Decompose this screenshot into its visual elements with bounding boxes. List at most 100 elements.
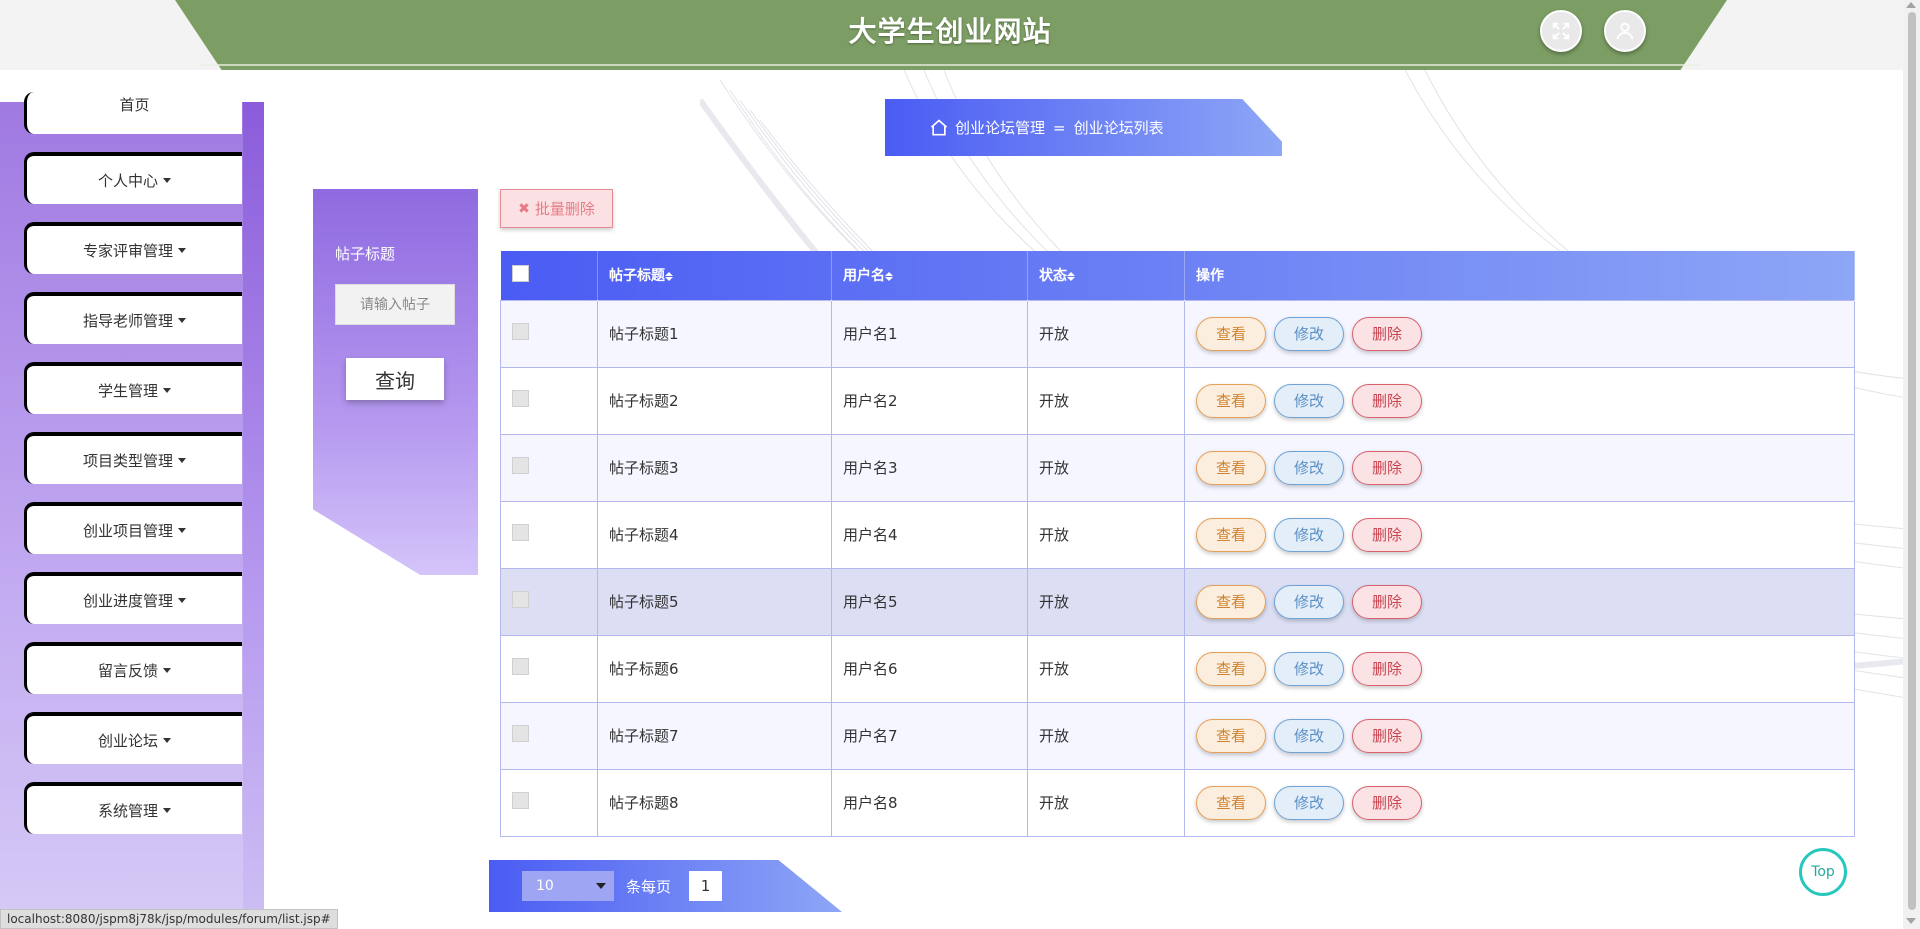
scroll-down-icon[interactable] (1906, 918, 1916, 924)
edit-button[interactable]: 修改 (1274, 718, 1344, 753)
pagination: 10 条每页 1 (489, 860, 842, 912)
table-row[interactable]: 帖子标题1 用户名1 开放 查看 修改 删除 (500, 299, 1855, 368)
user-button[interactable] (1604, 10, 1646, 52)
breadcrumb-separator: = (1053, 118, 1066, 137)
select-all-checkbox[interactable] (511, 264, 529, 282)
delete-button[interactable]: 删除 (1352, 517, 1422, 552)
row-select-cell (500, 634, 598, 703)
column-header-status[interactable]: 状态 (1027, 251, 1185, 300)
table-row[interactable]: 帖子标题2 用户名2 开放 查看 修改 删除 (500, 366, 1855, 435)
delete-button[interactable]: 删除 (1352, 584, 1422, 619)
caret-down-icon (178, 317, 186, 323)
view-button[interactable]: 查看 (1196, 718, 1266, 753)
cell-title: 帖子标题1 (597, 299, 832, 368)
batch-delete-label: 批量删除 (534, 200, 595, 218)
edit-button[interactable]: 修改 (1274, 517, 1344, 552)
caret-down-icon (163, 667, 171, 673)
caret-down-icon (163, 387, 171, 393)
row-checkbox[interactable] (512, 457, 529, 474)
batch-delete-button[interactable]: ✖ 批量删除 (500, 189, 613, 228)
delete-button[interactable]: 删除 (1352, 450, 1422, 485)
sidebar-item-home[interactable]: 首页 (24, 92, 242, 134)
sidebar-item-forum[interactable]: 创业论坛 (24, 712, 242, 764)
row-checkbox[interactable] (512, 591, 529, 608)
sidebar-item-label: 创业论坛 (97, 731, 158, 750)
table-row[interactable]: 帖子标题4 用户名4 开放 查看 修改 删除 (500, 500, 1855, 569)
sidebar-item-student[interactable]: 学生管理 (24, 362, 242, 414)
view-button[interactable]: 查看 (1196, 450, 1266, 485)
column-header-title[interactable]: 帖子标题 (597, 251, 832, 300)
table-row[interactable]: 帖子标题8 用户名8 开放 查看 修改 删除 (500, 768, 1855, 837)
back-to-top-button[interactable]: Top (1799, 848, 1847, 896)
sidebar-item-mentor[interactable]: 指导老师管理 (24, 292, 242, 344)
view-button[interactable]: 查看 (1196, 316, 1266, 351)
row-checkbox[interactable] (512, 658, 529, 675)
cell-title: 帖子标题5 (597, 567, 832, 636)
row-checkbox[interactable] (512, 524, 529, 541)
sidebar-item-project-type[interactable]: 项目类型管理 (24, 432, 242, 484)
delete-button[interactable]: 删除 (1352, 316, 1422, 351)
cell-user: 用户名8 (831, 768, 1028, 837)
edit-button[interactable]: 修改 (1274, 785, 1344, 820)
cell-title: 帖子标题6 (597, 634, 832, 703)
delete-button[interactable]: 删除 (1352, 383, 1422, 418)
row-checkbox[interactable] (512, 725, 529, 742)
edit-button[interactable]: 修改 (1274, 316, 1344, 351)
cell-user: 用户名7 (831, 701, 1028, 770)
table-row[interactable]: 帖子标题6 用户名6 开放 查看 修改 删除 (500, 634, 1855, 703)
edit-button[interactable]: 修改 (1274, 651, 1344, 686)
caret-down-icon (178, 597, 186, 603)
row-select-cell (500, 366, 598, 435)
sidebar-item-personal-center[interactable]: 个人中心 (24, 152, 242, 204)
sidebar-item-startup-project[interactable]: 创业项目管理 (24, 502, 242, 554)
view-button[interactable]: 查看 (1196, 584, 1266, 619)
row-checkbox[interactable] (512, 323, 529, 340)
cell-status: 开放 (1027, 299, 1185, 368)
cell-status: 开放 (1027, 500, 1185, 569)
select-all-header[interactable] (500, 251, 598, 300)
scrollbar-thumb[interactable] (1908, 12, 1916, 910)
edit-button[interactable]: 修改 (1274, 450, 1344, 485)
caret-down-icon (178, 527, 186, 533)
column-header-actions: 操作 (1184, 251, 1855, 300)
sort-icon[interactable] (1067, 272, 1075, 281)
sidebar-item-feedback[interactable]: 留言反馈 (24, 642, 242, 694)
view-button[interactable]: 查看 (1196, 785, 1266, 820)
page-number[interactable]: 1 (689, 871, 723, 901)
cell-user: 用户名1 (831, 299, 1028, 368)
search-button[interactable]: 查询 (346, 358, 444, 400)
row-checkbox[interactable] (512, 792, 529, 809)
page-size-value: 10 (536, 878, 554, 894)
sidebar-item-expert-review[interactable]: 专家评审管理 (24, 222, 242, 274)
table-row[interactable]: 帖子标题3 用户名3 开放 查看 修改 删除 (500, 433, 1855, 502)
sidebar-item-label: 指导老师管理 (82, 311, 173, 330)
delete-button[interactable]: 删除 (1352, 718, 1422, 753)
cell-actions: 查看 修改 删除 (1184, 567, 1855, 636)
view-button[interactable]: 查看 (1196, 651, 1266, 686)
sidebar-item-progress[interactable]: 创业进度管理 (24, 572, 242, 624)
caret-down-icon (163, 177, 171, 183)
forum-table: 帖子标题 用户名 状态 操作 帖子标题1 用户名1 开放 查看 修改 删除 帖子标题2 用户名… (500, 251, 1855, 837)
cell-actions: 查看 修改 删除 (1184, 768, 1855, 837)
fullscreen-button[interactable] (1540, 10, 1582, 52)
cell-actions: 查看 修改 删除 (1184, 634, 1855, 703)
cell-title: 帖子标题8 (597, 768, 832, 837)
scroll-up-icon[interactable] (1906, 2, 1916, 8)
sidebar-item-system[interactable]: 系统管理 (24, 782, 242, 834)
delete-button[interactable]: 删除 (1352, 785, 1422, 820)
table-header-row: 帖子标题 用户名 状态 操作 (500, 251, 1855, 300)
delete-button[interactable]: 删除 (1352, 651, 1422, 686)
view-button[interactable]: 查看 (1196, 517, 1266, 552)
sort-icon[interactable] (885, 272, 893, 281)
row-checkbox[interactable] (512, 390, 529, 407)
sort-icon[interactable] (665, 272, 673, 281)
page-size-select[interactable]: 10 (522, 871, 614, 901)
edit-button[interactable]: 修改 (1274, 584, 1344, 619)
table-row[interactable]: 帖子标题5 用户名5 开放 查看 修改 删除 (500, 567, 1855, 636)
breadcrumb-section[interactable]: 创业论坛管理 (955, 117, 1045, 138)
edit-button[interactable]: 修改 (1274, 383, 1344, 418)
view-button[interactable]: 查看 (1196, 383, 1266, 418)
column-header-user[interactable]: 用户名 (831, 251, 1028, 300)
search-input[interactable]: 请输入帖子 (335, 284, 455, 325)
table-row[interactable]: 帖子标题7 用户名7 开放 查看 修改 删除 (500, 701, 1855, 770)
